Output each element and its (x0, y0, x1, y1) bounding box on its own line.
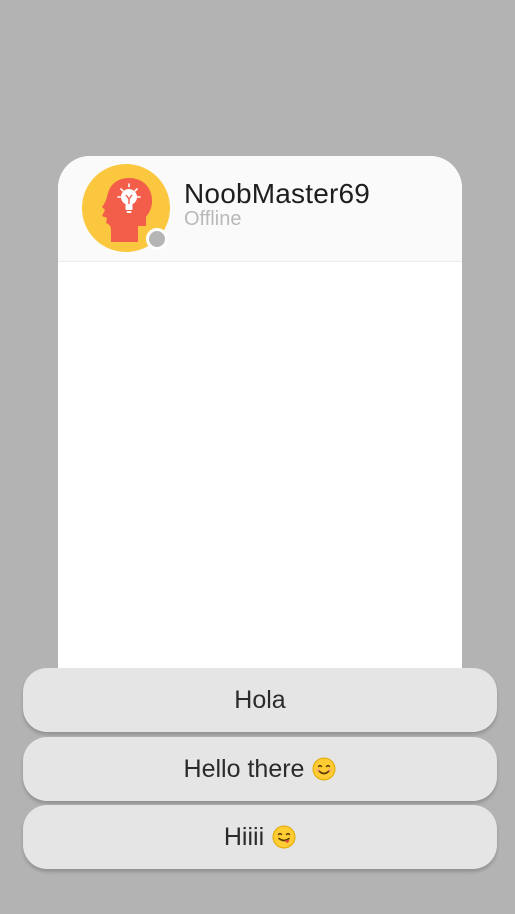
message-area[interactable] (58, 262, 462, 676)
quick-reply-label: Hiiii (223, 822, 265, 851)
quick-reply-hello-there[interactable]: Hello there (23, 737, 497, 801)
smiling-face-icon (312, 757, 336, 781)
face-savoring-food-icon (272, 825, 296, 849)
quick-reply-label: Hola (234, 685, 286, 714)
chat-card: NoobMaster69 Offline (58, 156, 462, 676)
chat-header: NoobMaster69 Offline (58, 156, 462, 262)
contact-name: NoobMaster69 (184, 178, 371, 209)
quick-reply-label: Hello there (183, 754, 305, 783)
quick-reply-hiiii[interactable]: Hiiii (23, 805, 497, 869)
quick-reply-hola[interactable]: Hola (23, 668, 497, 732)
contact-status: Offline (184, 208, 242, 230)
offline-status-indicator (146, 228, 168, 250)
